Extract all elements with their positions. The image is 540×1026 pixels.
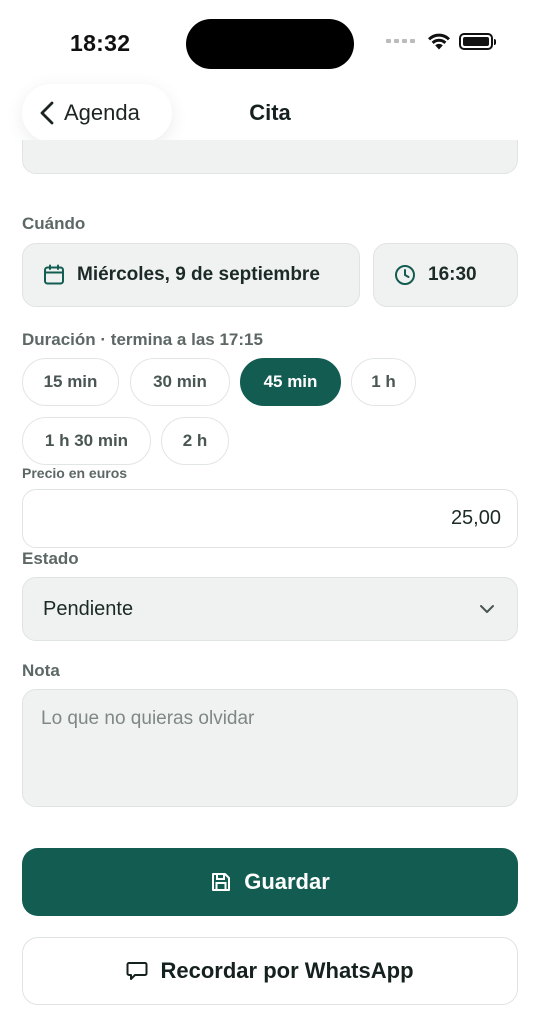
- note-textarea[interactable]: [22, 689, 518, 807]
- whatsapp-reminder-button[interactable]: Recordar por WhatsApp: [22, 937, 518, 1005]
- status-select[interactable]: Pendiente: [22, 577, 518, 641]
- save-button[interactable]: Guardar: [22, 848, 518, 916]
- date-value: Miércoles, 9 de septiembre: [77, 264, 320, 285]
- time-field[interactable]: 16:30: [373, 243, 518, 307]
- time-value: 16:30: [428, 264, 477, 285]
- wifi-icon: [428, 33, 450, 50]
- clock-icon: [395, 265, 415, 285]
- duration-chip-30min[interactable]: 30 min: [130, 358, 230, 406]
- duration-label: Duración · termina a las 17:15: [22, 330, 263, 349]
- chat-bubble-icon: [126, 962, 148, 980]
- status-value: Pendiente: [43, 597, 134, 620]
- scrolled-field-remnant[interactable]: [22, 140, 518, 174]
- save-icon: [212, 873, 231, 891]
- save-button-label: Guardar: [244, 869, 330, 894]
- duration-chip-2h[interactable]: 2 h: [161, 417, 229, 465]
- duration-chip-45min[interactable]: 45 min: [240, 358, 341, 406]
- date-field[interactable]: Miércoles, 9 de septiembre: [22, 243, 360, 307]
- status-time: 18:32: [70, 30, 131, 56]
- status-label: Estado: [22, 549, 79, 568]
- dynamic-island: [186, 19, 354, 69]
- appointment-screen: 18:32 Agenda Cita Cuándo Miércoles, 9 de…: [0, 0, 540, 1026]
- note-label: Nota: [22, 661, 60, 680]
- cellular-signal-icon: [386, 39, 415, 43]
- status-icons: [386, 32, 496, 50]
- duration-chip-15min[interactable]: 15 min: [22, 358, 119, 406]
- whatsapp-button-label: Recordar por WhatsApp: [160, 958, 414, 983]
- duration-chip-1h[interactable]: 1 h: [351, 358, 416, 406]
- price-label: Precio en euros: [22, 465, 128, 481]
- page-title: Cita: [249, 100, 291, 125]
- duration-chip-1h30min[interactable]: 1 h 30 min: [22, 417, 151, 465]
- price-input[interactable]: 25,00: [22, 489, 518, 548]
- chevron-down-icon: [480, 605, 494, 613]
- calendar-icon: [44, 264, 64, 285]
- when-label: Cuándo: [22, 214, 86, 233]
- battery-icon: [459, 32, 496, 50]
